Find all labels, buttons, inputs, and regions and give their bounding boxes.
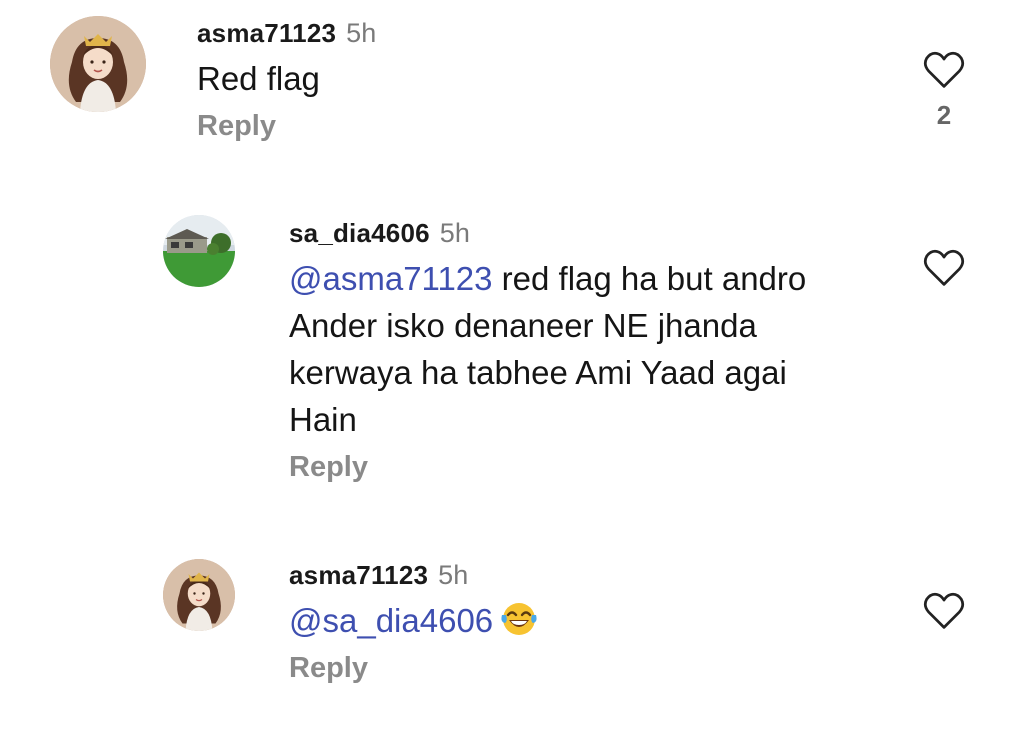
- heart-outline-icon: [923, 51, 965, 88]
- comment-text: Red flag: [197, 55, 376, 102]
- face-with-tears-of-joy-icon: [499, 598, 539, 638]
- avatar[interactable]: [163, 559, 235, 631]
- comment-text-content: Red flag: [197, 60, 320, 97]
- like-button[interactable]: [920, 248, 968, 288]
- comment-header: asma71123 5h: [289, 560, 539, 591]
- like-count: 2: [936, 100, 952, 130]
- comment-header: asma71123 5h: [197, 18, 376, 49]
- timestamp: 5h: [439, 218, 470, 248]
- comment-body: sa_dia4606 5h @asma71123 red flag ha but…: [289, 218, 849, 484]
- username[interactable]: asma71123: [289, 560, 428, 591]
- reply-button[interactable]: Reply: [289, 451, 849, 484]
- comment-body: asma71123 5h @sa_dia4606 Reply: [289, 560, 539, 685]
- heart-outline-icon: [923, 592, 965, 629]
- mention-link[interactable]: @sa_dia4606: [289, 602, 493, 639]
- reply-button[interactable]: Reply: [289, 652, 539, 685]
- comment-header: sa_dia4606 5h: [289, 218, 849, 249]
- house-garden-avatar-icon: [163, 215, 235, 287]
- comment-text: @asma71123 red flag ha but andro Ander i…: [289, 255, 849, 443]
- timestamp: 5h: [346, 18, 377, 48]
- avatar[interactable]: [163, 215, 235, 287]
- comment-text: @sa_dia4606: [289, 597, 539, 644]
- like-button[interactable]: [920, 591, 968, 631]
- girl-crown-avatar-icon: [50, 16, 146, 112]
- heart-outline-icon: [923, 249, 965, 286]
- girl-crown-avatar-icon: [163, 559, 235, 631]
- like-button[interactable]: 2: [920, 50, 968, 131]
- comment-body: asma71123 5h Red flag Reply: [197, 18, 376, 143]
- mention-link[interactable]: @asma71123: [289, 260, 493, 297]
- username[interactable]: sa_dia4606: [289, 218, 430, 249]
- reply-button[interactable]: Reply: [197, 110, 376, 143]
- avatar[interactable]: [50, 16, 146, 112]
- timestamp: 5h: [438, 560, 469, 590]
- username[interactable]: asma71123: [197, 18, 336, 49]
